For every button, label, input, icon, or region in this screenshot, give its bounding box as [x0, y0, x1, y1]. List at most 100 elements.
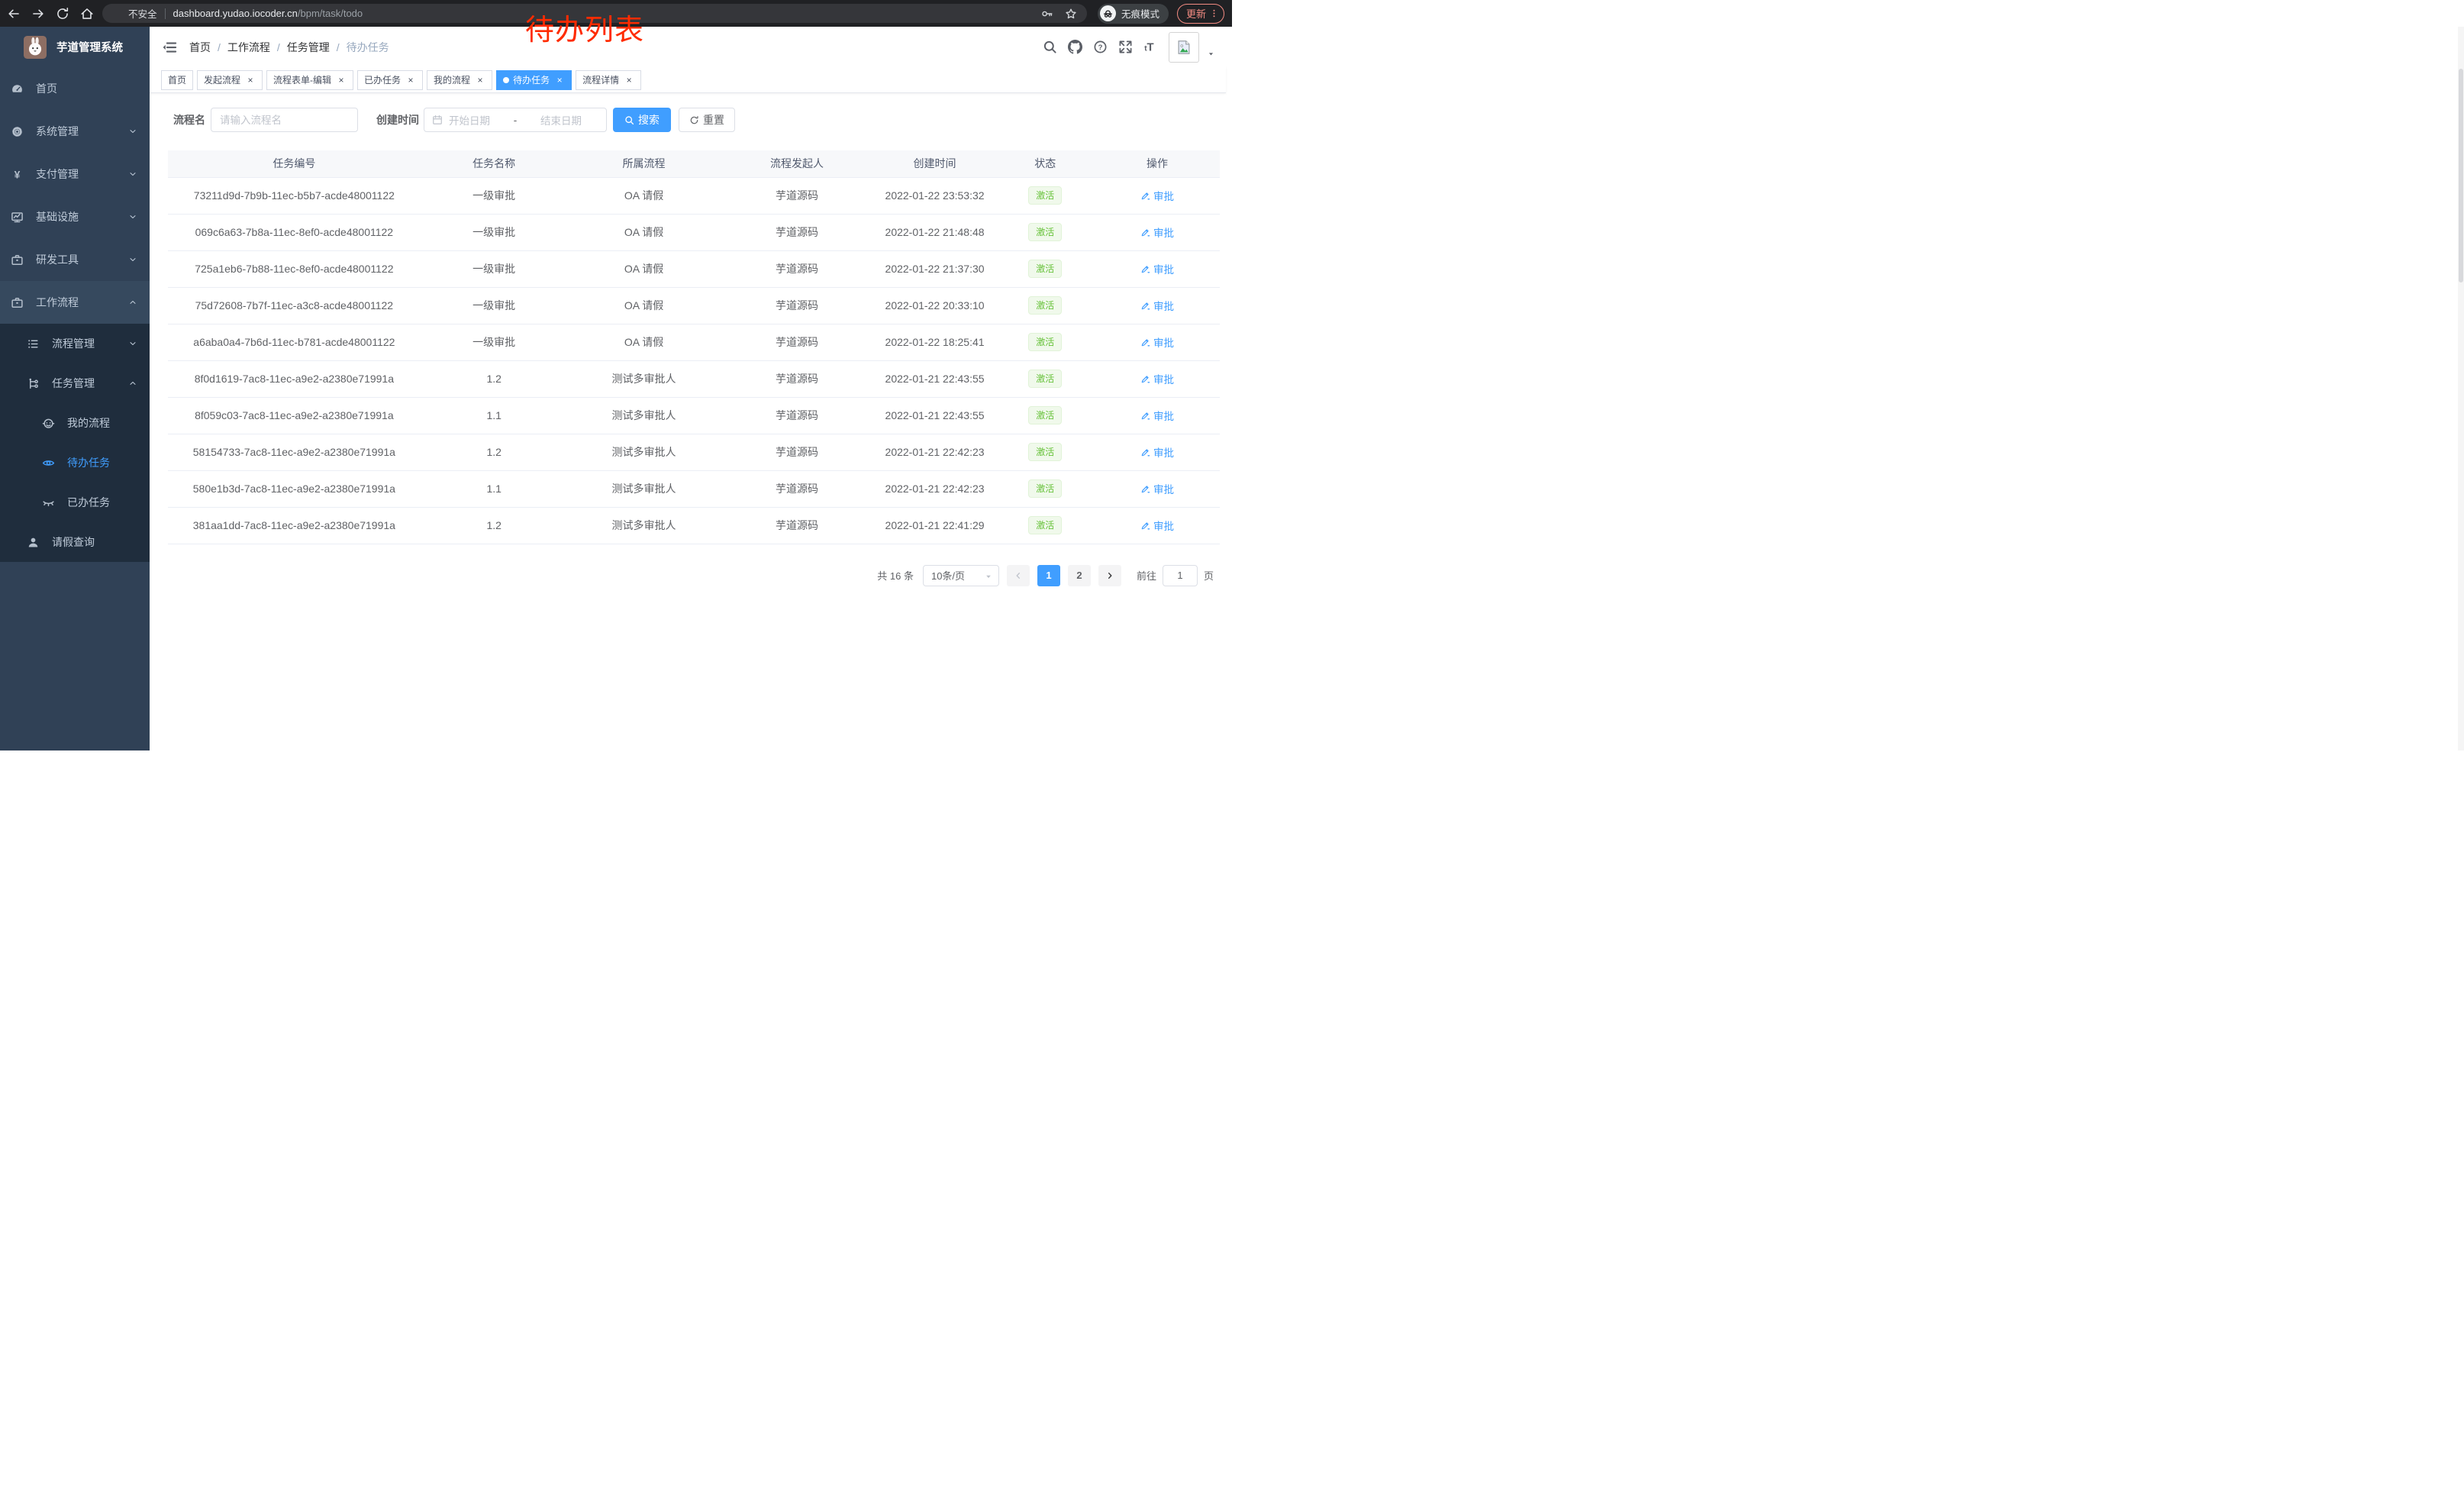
- cell-status: 激活: [995, 214, 1095, 250]
- sidebar-item-home[interactable]: 首页: [0, 67, 150, 110]
- close-icon[interactable]: ×: [245, 75, 256, 86]
- tag-todo-task[interactable]: 待办任务×: [496, 70, 572, 90]
- close-icon[interactable]: ×: [405, 75, 416, 86]
- sidebar-item-payment[interactable]: ¥支付管理: [0, 153, 150, 195]
- sidebar-item-workflow[interactable]: 工作流程: [0, 281, 150, 324]
- reset-button-label: 重置: [703, 112, 724, 128]
- sidebar-item-done-task[interactable]: 已办任务: [0, 483, 150, 522]
- prev-page-button[interactable]: [1007, 565, 1030, 586]
- tag-process-detail[interactable]: 流程详情×: [576, 70, 641, 90]
- question-icon[interactable]: ?: [1093, 40, 1108, 54]
- cell-task-name: 1.1: [421, 470, 568, 507]
- edit-icon: [1140, 301, 1150, 311]
- avatar[interactable]: [1169, 32, 1199, 63]
- cell-task-id: 580e1b3d-7ac8-11ec-a9e2-a2380e71991a: [168, 470, 421, 507]
- app-logo: [24, 36, 47, 59]
- date-range-picker[interactable]: 开始日期 - 结束日期: [424, 108, 607, 132]
- home-icon[interactable]: [80, 7, 94, 21]
- approve-link[interactable]: 审批: [1140, 188, 1174, 203]
- approve-link[interactable]: 审批: [1140, 481, 1174, 496]
- security-warning-icon[interactable]: [112, 8, 124, 19]
- search-icon[interactable]: [1043, 40, 1057, 54]
- close-icon[interactable]: ×: [554, 75, 565, 86]
- cell-process: OA 请假: [568, 177, 721, 214]
- cell-action: 审批: [1095, 214, 1220, 250]
- task-table: 任务编号任务名称所属流程流程发起人创建时间状态操作 73211d9d-7b9b-…: [168, 150, 1220, 544]
- cell-create-time: 2022-01-21 22:41:29: [874, 507, 996, 544]
- approve-link[interactable]: 审批: [1140, 518, 1174, 533]
- font-size-icon[interactable]: tT: [1143, 40, 1158, 54]
- sidebar-item-leave-query[interactable]: 请假查询: [0, 522, 150, 562]
- github-icon[interactable]: [1068, 40, 1082, 54]
- cell-process: OA 请假: [568, 324, 721, 360]
- approve-link[interactable]: 审批: [1140, 334, 1174, 350]
- cell-create-time: 2022-01-21 22:42:23: [874, 434, 996, 470]
- reload-icon[interactable]: [56, 7, 69, 21]
- next-page-button[interactable]: [1098, 565, 1121, 586]
- approve-link[interactable]: 审批: [1140, 371, 1174, 386]
- key-icon[interactable]: [1041, 8, 1053, 20]
- briefcase-icon: [11, 253, 24, 266]
- update-button[interactable]: 更新: [1177, 4, 1224, 24]
- approve-link[interactable]: 审批: [1140, 444, 1174, 460]
- tag-home[interactable]: 首页: [161, 70, 193, 90]
- sidebar-item-process-mgmt[interactable]: 流程管理: [0, 324, 150, 363]
- app-logo-bar[interactable]: 芋道管理系统: [0, 27, 150, 67]
- browser-nav-buttons: [0, 7, 94, 21]
- sidebar-item-task-mgmt[interactable]: 任务管理: [0, 363, 150, 403]
- scrollbar-thumb[interactable]: [2459, 69, 2463, 282]
- user-icon: [27, 536, 40, 549]
- cell-task-id: 8f0d1619-7ac8-11ec-a9e2-a2380e71991a: [168, 360, 421, 397]
- cell-task-id: 8f059c03-7ac8-11ec-a9e2-a2380e71991a: [168, 397, 421, 434]
- edit-icon: [1140, 337, 1150, 347]
- edit-icon: [1140, 484, 1150, 494]
- scrollbar[interactable]: [2458, 27, 2464, 750]
- url-host: dashboard.yudao.iocoder.cn: [173, 8, 298, 19]
- page-button-2[interactable]: 2: [1068, 565, 1091, 586]
- hamburger-icon[interactable]: [162, 40, 177, 55]
- browser-menu-icon[interactable]: [1209, 8, 1219, 18]
- search-button[interactable]: 搜索: [613, 108, 671, 132]
- tag-done-task[interactable]: 已办任务×: [357, 70, 423, 90]
- approve-link[interactable]: 审批: [1140, 224, 1174, 240]
- reset-button[interactable]: 重置: [679, 108, 735, 132]
- approve-link[interactable]: 审批: [1140, 261, 1174, 276]
- close-icon[interactable]: ×: [475, 75, 485, 86]
- sidebar-item-label: 工作流程: [36, 295, 79, 310]
- breadcrumb-home[interactable]: 首页: [189, 40, 211, 55]
- incognito-icon: [1100, 5, 1116, 21]
- avatar-caret-icon[interactable]: [1207, 50, 1215, 58]
- cell-status: 激活: [995, 470, 1095, 507]
- close-icon[interactable]: ×: [336, 75, 347, 86]
- fullscreen-icon[interactable]: [1118, 40, 1133, 54]
- sidebar-item-infrastructure[interactable]: 基础设施: [0, 195, 150, 238]
- breadcrumb-workflow[interactable]: 工作流程: [227, 40, 270, 55]
- sidebar-item-todo-task[interactable]: 待办任务: [0, 443, 150, 483]
- sidebar-item-devtools[interactable]: 研发工具: [0, 238, 150, 281]
- table-row: 725a1eb6-7b88-11ec-8ef0-acde48001122 一级审…: [168, 250, 1220, 287]
- broken-image-icon: [1176, 39, 1192, 56]
- forward-icon[interactable]: [31, 7, 45, 21]
- sidebar-item-label: 请假查询: [52, 534, 95, 550]
- approve-link[interactable]: 审批: [1140, 408, 1174, 423]
- page-button-1[interactable]: 1: [1037, 565, 1060, 586]
- tag-form-edit[interactable]: 流程表单-编辑×: [266, 70, 353, 90]
- cell-create-time: 2022-01-22 23:53:32: [874, 177, 996, 214]
- goto-suffix: 页: [1204, 568, 1214, 583]
- process-name-input[interactable]: [211, 108, 358, 132]
- page-size-select[interactable]: 10条/页: [923, 565, 999, 586]
- back-icon[interactable]: [7, 7, 21, 21]
- approve-link[interactable]: 审批: [1140, 298, 1174, 313]
- cell-starter: 芋道源码: [720, 287, 873, 324]
- sidebar-item-system[interactable]: 系统管理: [0, 110, 150, 153]
- cell-process: 测试多审批人: [568, 434, 721, 470]
- sidebar-item-my-process[interactable]: 我的流程: [0, 403, 150, 443]
- tag-start-process[interactable]: 发起流程×: [197, 70, 263, 90]
- pagination-total: 共 16 条: [877, 568, 914, 583]
- edit-icon: [1140, 374, 1150, 384]
- breadcrumb-task-mgmt[interactable]: 任务管理: [287, 40, 330, 55]
- tag-my-process[interactable]: 我的流程×: [427, 70, 492, 90]
- goto-page-input[interactable]: [1163, 565, 1198, 586]
- star-icon[interactable]: [1065, 8, 1077, 20]
- close-icon[interactable]: ×: [624, 75, 634, 86]
